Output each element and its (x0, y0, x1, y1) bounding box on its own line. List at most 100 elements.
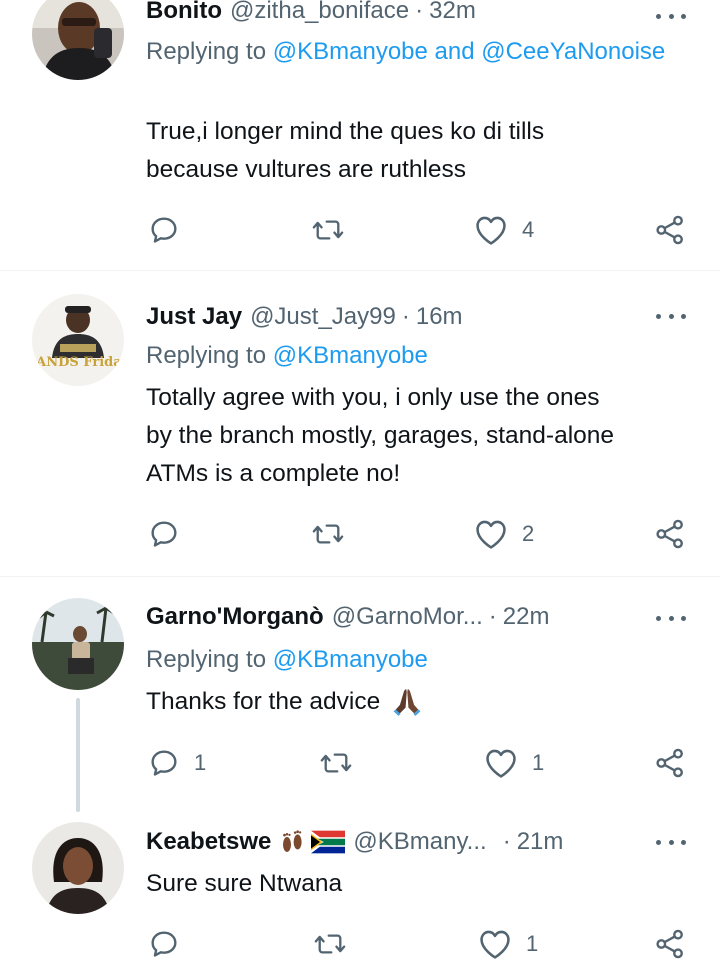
separator-dot: · (415, 0, 424, 24)
heart-outline-icon (480, 930, 510, 959)
like-button[interactable]: 1 (484, 743, 544, 783)
timestamp[interactable]: 21m (517, 828, 564, 856)
retweet-icon (320, 753, 352, 773)
tweet-text-line: Thanks for the advice (146, 688, 381, 715)
tweet-just-jay[interactable]: SANDS Friday Just Jay @Just_Jay99 · 16m … (0, 294, 720, 576)
share-button[interactable] (654, 743, 686, 783)
action-bar: 2 (0, 514, 720, 554)
tweet-text-line: ATMs is a complete no! (146, 460, 401, 487)
tweet-text-line: Totally agree with you, i only use the o… (146, 384, 600, 411)
like-count: 1 (526, 931, 539, 956)
tweet-garno-morgano[interactable]: Garno'Morganò @GarnoMor... · 22m Replyin… (0, 598, 720, 815)
share-button[interactable] (654, 514, 686, 554)
share-nodes-icon (656, 215, 683, 245)
share-button[interactable] (654, 924, 686, 964)
mention-link[interactable]: @KBmanyobe (273, 646, 428, 673)
action-bar: 1 1 (0, 743, 720, 783)
tweet-header: Keabetswe @KBmany... · 21m (146, 825, 650, 859)
user-handle[interactable]: @Just_Jay99 (250, 303, 396, 331)
user-handle[interactable]: @KBmany... (353, 828, 486, 856)
replying-prefix: Replying to (146, 646, 267, 673)
action-bar: 4 (0, 210, 720, 250)
tweet-keabetswe[interactable]: Keabetswe @KBmany... · 21m Sure sure Ntw… (0, 822, 720, 980)
tweet-text-line: True,i longer mind the ques ko di tills (146, 118, 545, 145)
replying-to: Replying to @KBmanyobe (146, 337, 680, 375)
speech-bubble-icon (151, 931, 177, 957)
avatar-caption: SANDS Friday (32, 355, 124, 370)
share-button[interactable] (654, 210, 686, 250)
heart-outline-icon (476, 216, 506, 245)
display-name[interactable]: Just Jay (146, 303, 242, 331)
separator-dot: · (401, 303, 410, 330)
action-bar: 1 (0, 924, 720, 964)
share-nodes-icon (656, 519, 683, 549)
more-dots-icon[interactable] (656, 308, 686, 324)
reply-button[interactable] (148, 210, 194, 250)
tweet-header: Just Jay @Just_Jay99 · 16m (146, 300, 650, 334)
timestamp[interactable]: 22m (503, 603, 550, 631)
retweet-icon (312, 220, 344, 240)
user-handle[interactable]: @zitha_boniface (230, 0, 409, 25)
more-dots-icon[interactable] (656, 834, 686, 850)
tweet-text-line: by the branch mostly, garages, stand-alo… (146, 422, 615, 449)
tweet-text: True,i longer mind the ques ko di tills … (146, 113, 680, 189)
share-nodes-icon (656, 929, 683, 959)
tweet-text-line: Sure sure Ntwana (146, 870, 343, 897)
display-name[interactable]: Bonito (146, 0, 222, 25)
like-count: 2 (522, 521, 535, 546)
like-count: 4 (522, 217, 535, 242)
name-emojis (277, 827, 346, 857)
retweet-button[interactable] (310, 210, 360, 250)
more-dots-icon[interactable] (656, 8, 686, 24)
more-dots-icon[interactable] (656, 610, 686, 626)
tweet-text: Thanks for the advice (146, 683, 680, 721)
heart-outline-icon (476, 520, 506, 549)
retweet-icon (314, 934, 346, 954)
tweet-text-line: because vultures are ruthless (146, 156, 467, 183)
avatar-just-jay[interactable]: SANDS Friday (32, 294, 124, 386)
tweet-header: Bonito @zitha_boniface · 32m (146, 0, 650, 28)
tweet-divider (0, 270, 720, 271)
retweet-button[interactable] (312, 924, 362, 964)
reply-count: 1 (194, 750, 207, 775)
user-handle[interactable]: @GarnoMor... (332, 603, 483, 631)
separator-dot: · (502, 828, 511, 855)
timestamp[interactable]: 32m (429, 0, 476, 25)
tweet-text: Sure sure Ntwana (146, 865, 680, 903)
footprints-icon (283, 830, 303, 852)
reply-button[interactable]: 1 (148, 743, 206, 783)
replying-to: Replying to @KBmanyobe (146, 641, 680, 679)
share-nodes-icon (656, 748, 683, 778)
speech-bubble-icon (151, 521, 177, 547)
replying-prefix: Replying to (146, 342, 267, 369)
like-button[interactable]: 4 (474, 210, 534, 250)
retweet-button[interactable] (310, 514, 360, 554)
retweet-icon (312, 524, 344, 544)
display-name[interactable]: Garno'Morganò (146, 603, 324, 631)
speech-bubble-icon (151, 217, 177, 243)
avatar-keabetswe[interactable] (32, 822, 124, 914)
retweet-button[interactable] (318, 743, 368, 783)
tweet-header: Garno'Morganò @GarnoMor... · 22m (146, 600, 650, 634)
replying-to: Replying to @KBmanyobe and @CeeYaNonoise (146, 33, 680, 71)
like-button[interactable]: 2 (474, 514, 534, 554)
reply-button[interactable] (148, 514, 194, 554)
mention-link[interactable]: @KBmanyobe (273, 342, 428, 369)
avatar-garno-morgano[interactable] (32, 598, 124, 690)
heart-outline-icon (486, 749, 516, 778)
tweet-divider (0, 576, 720, 577)
replying-prefix: Replying to (146, 38, 267, 65)
speech-bubble-icon (151, 750, 177, 776)
mention-link[interactable]: @KBmanyobe and @CeeYaNonoise (273, 38, 666, 65)
reply-button[interactable] (148, 924, 194, 964)
tweet-text: Totally agree with you, i only use the o… (146, 379, 680, 493)
timestamp[interactable]: 16m (416, 303, 463, 331)
tweet-bonito[interactable]: Bonito @zitha_boniface · 32m Replying to… (0, 0, 720, 270)
like-count: 1 (532, 750, 545, 775)
like-button[interactable]: 1 (478, 924, 538, 964)
folded-hands-icon (390, 685, 424, 719)
south-africa-flag-icon (311, 830, 346, 854)
display-name[interactable]: Keabetswe (146, 828, 271, 856)
separator-dot: · (488, 603, 497, 630)
avatar-bonito[interactable] (32, 0, 124, 80)
